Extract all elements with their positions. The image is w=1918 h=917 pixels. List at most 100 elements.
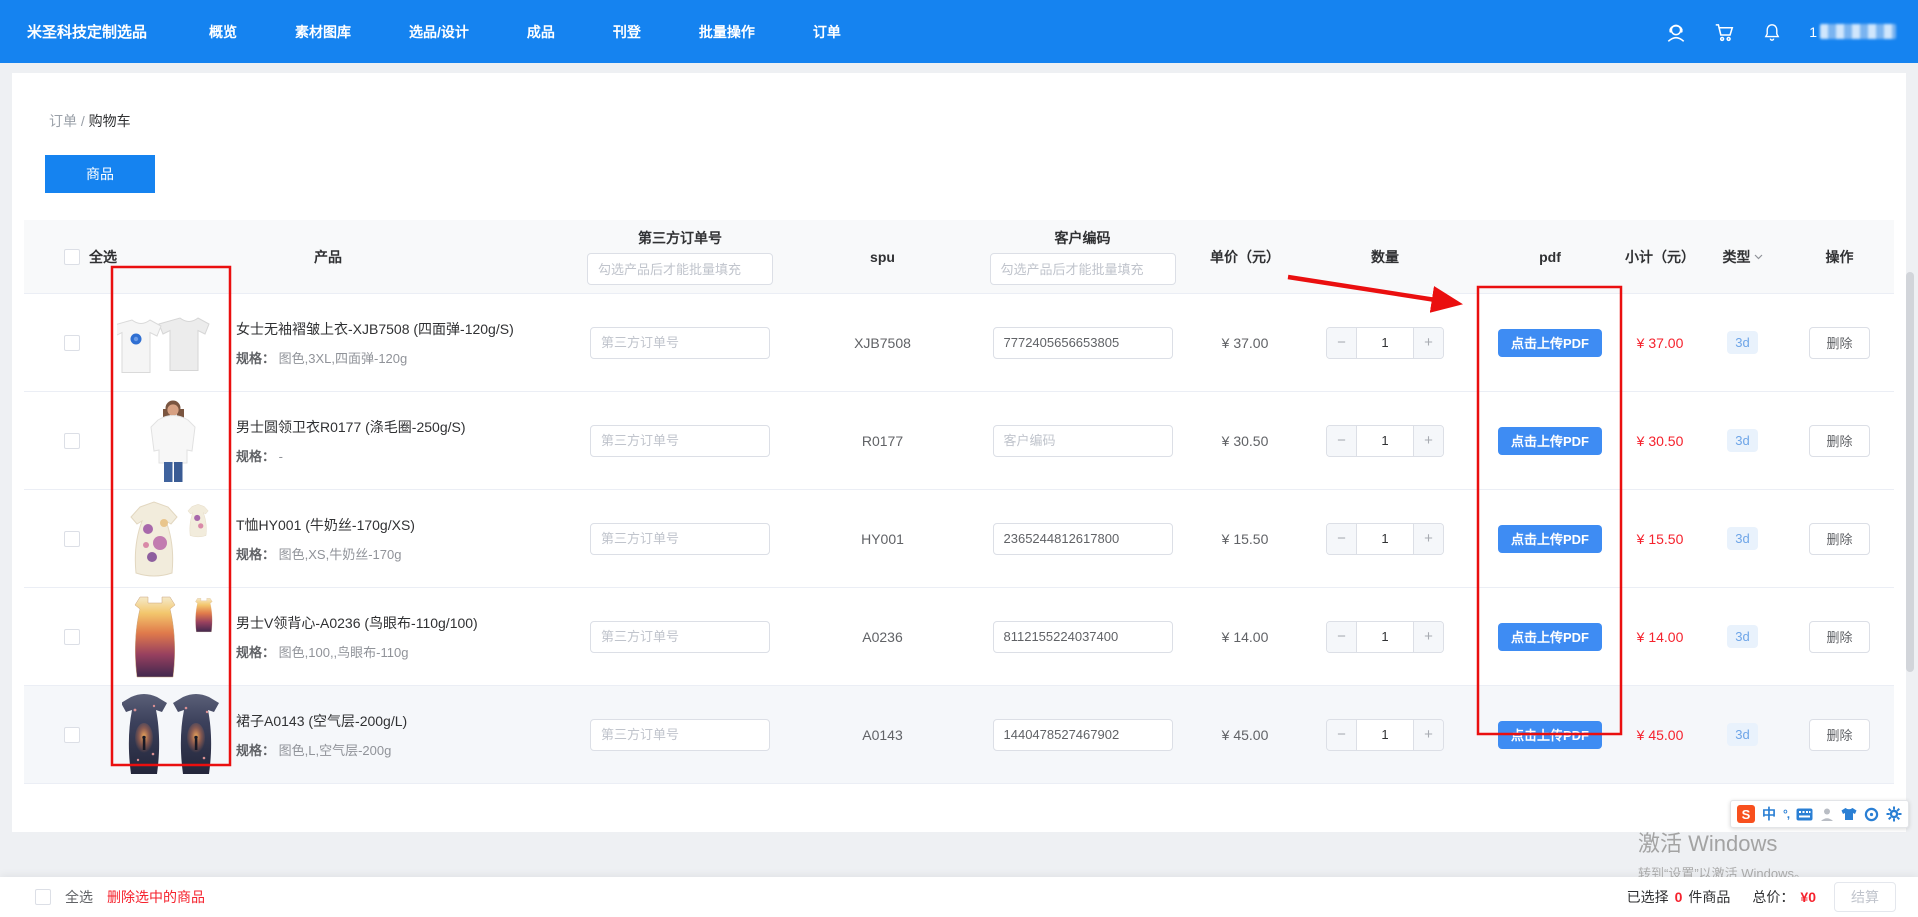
quantity-value[interactable]: 1: [1357, 328, 1413, 358]
quantity-value[interactable]: 1: [1357, 524, 1413, 554]
quantity-value[interactable]: 1: [1357, 622, 1413, 652]
quantity-stepper: − 1 +: [1326, 327, 1444, 359]
quantity-minus-button[interactable]: −: [1327, 720, 1357, 750]
quantity-value[interactable]: 1: [1357, 720, 1413, 750]
quantity-value[interactable]: 1: [1357, 426, 1413, 456]
customer-service-icon[interactable]: [1665, 21, 1687, 43]
customer-code-input[interactable]: [993, 425, 1173, 457]
batch-order-input[interactable]: [587, 253, 773, 285]
quantity-minus-button[interactable]: −: [1327, 328, 1357, 358]
bell-icon[interactable]: [1761, 21, 1783, 43]
row-checkbox[interactable]: [64, 335, 80, 351]
product-image[interactable]: [116, 313, 228, 373]
table-row: 男士圆领卫衣R0177 (涤毛圈-250g/S) 规格： - R0177 ¥ 3…: [24, 392, 1894, 490]
nav-item-overview[interactable]: 概览: [209, 22, 237, 42]
bottom-action-bar: 全选 删除选中的商品 已选择 0 件商品 总价： ¥0 结算: [0, 877, 1918, 917]
batch-customer-code-input[interactable]: [990, 253, 1176, 285]
windows-activation-watermark: 激活 Windows 转到“设置”以激活 Windows。: [1638, 826, 1807, 882]
select-all-checkbox[interactable]: [64, 249, 80, 265]
cart-icon[interactable]: [1713, 21, 1735, 43]
toolbox-wheel-icon[interactable]: [1864, 807, 1879, 822]
delete-button[interactable]: 删除: [1809, 425, 1869, 457]
upload-pdf-button[interactable]: 点击上传PDF: [1498, 721, 1602, 749]
breadcrumb-cart: 购物车: [89, 113, 131, 129]
spu-value: R0177: [800, 433, 965, 449]
soft-keyboard-icon[interactable]: [1796, 808, 1813, 821]
product-image[interactable]: [116, 692, 228, 778]
type-badge: 3d: [1727, 429, 1757, 452]
selected-prefix: 已选择: [1627, 887, 1669, 907]
product-title: T恤HY001 (牛奶丝-170g/XS): [236, 515, 415, 535]
quantity-minus-button[interactable]: −: [1327, 524, 1357, 554]
delete-button[interactable]: 删除: [1809, 523, 1869, 555]
row-checkbox[interactable]: [64, 531, 80, 547]
quantity-plus-button[interactable]: +: [1413, 328, 1443, 358]
third-party-order-input[interactable]: [590, 327, 770, 359]
nav-item-batch-operations[interactable]: 批量操作: [699, 22, 755, 42]
quantity-stepper: − 1 +: [1326, 425, 1444, 457]
quantity-plus-button[interactable]: +: [1413, 720, 1443, 750]
selected-count: 0: [1675, 889, 1683, 905]
spec-value: 图色,100,,鸟眼布-110g: [279, 645, 409, 660]
vertical-scrollbar[interactable]: [1906, 272, 1914, 672]
third-party-order-input[interactable]: [590, 523, 770, 555]
nav-item-orders[interactable]: 订单: [813, 22, 841, 42]
quantity-minus-button[interactable]: −: [1327, 426, 1357, 456]
total-label: 总价：: [1752, 887, 1794, 907]
spec-label: 规格：: [236, 351, 275, 366]
col-type[interactable]: 类型: [1700, 247, 1785, 267]
quantity-plus-button[interactable]: +: [1413, 426, 1443, 456]
customer-code-input[interactable]: [993, 523, 1173, 555]
unit-price: ¥ 14.00: [1200, 629, 1290, 645]
row-checkbox[interactable]: [64, 629, 80, 645]
tab-goods[interactable]: 商品: [45, 155, 155, 193]
product-image[interactable]: [116, 499, 228, 579]
subtotal-value: ¥ 45.00: [1620, 727, 1700, 743]
customer-code-input[interactable]: [993, 621, 1173, 653]
quantity-plus-button[interactable]: +: [1413, 524, 1443, 554]
upload-pdf-button[interactable]: 点击上传PDF: [1498, 427, 1602, 455]
third-party-order-input[interactable]: [590, 425, 770, 457]
cart-table: 全选 产品 第三方订单号 spu 客户编码 单价（元） 数量 pdf 小计（元）…: [24, 220, 1894, 784]
col-unit-price: 单价（元）: [1200, 247, 1290, 267]
spu-value: A0143: [800, 727, 965, 743]
upload-pdf-button[interactable]: 点击上传PDF: [1498, 525, 1602, 553]
delete-button[interactable]: 删除: [1809, 621, 1869, 653]
customer-code-input[interactable]: [993, 719, 1173, 751]
skin-shirt-icon[interactable]: [1841, 807, 1857, 821]
user-account[interactable]: 1: [1809, 24, 1896, 40]
sogou-logo-icon[interactable]: S: [1737, 805, 1755, 823]
product-image[interactable]: [116, 594, 228, 680]
user-name-redacted: [1820, 24, 1896, 39]
row-checkbox[interactable]: [64, 433, 80, 449]
product-title: 裙子A0143 (空气层-200g/L): [236, 711, 407, 731]
punctuation-mode-icon[interactable]: °,: [1783, 807, 1789, 821]
checkout-button[interactable]: 结算: [1834, 882, 1896, 912]
nav-item-material-library[interactable]: 素材图库: [295, 22, 351, 42]
breadcrumb: 订单 / 购物车: [12, 73, 1906, 131]
delete-button[interactable]: 删除: [1809, 327, 1869, 359]
upload-pdf-button[interactable]: 点击上传PDF: [1498, 623, 1602, 651]
delete-selected-link[interactable]: 删除选中的商品: [107, 887, 205, 907]
nav-item-publish[interactable]: 刊登: [613, 22, 641, 42]
product-image[interactable]: [116, 399, 228, 483]
delete-button[interactable]: 删除: [1809, 719, 1869, 751]
footer-select-all-label: 全选: [65, 887, 93, 907]
nav-item-finished-products[interactable]: 成品: [527, 22, 555, 42]
settings-gear-icon[interactable]: [1886, 806, 1902, 822]
third-party-order-input[interactable]: [590, 719, 770, 751]
third-party-order-input[interactable]: [590, 621, 770, 653]
nav-item-selection-design[interactable]: 选品/设计: [409, 22, 469, 42]
footer-select-all-checkbox[interactable]: [35, 889, 51, 905]
upload-pdf-button[interactable]: 点击上传PDF: [1498, 329, 1602, 357]
customer-code-input[interactable]: [993, 327, 1173, 359]
quantity-minus-button[interactable]: −: [1327, 622, 1357, 652]
col-product: 产品: [96, 247, 560, 267]
row-checkbox[interactable]: [64, 727, 80, 743]
quantity-plus-button[interactable]: +: [1413, 622, 1443, 652]
breadcrumb-orders[interactable]: 订单: [49, 113, 77, 129]
col-customer-code-label: 客户编码: [1055, 228, 1111, 248]
chinese-mode-icon[interactable]: 中: [1762, 804, 1776, 824]
col-third-party-order: 第三方订单号: [560, 220, 800, 293]
user-profile-icon[interactable]: [1820, 807, 1834, 822]
